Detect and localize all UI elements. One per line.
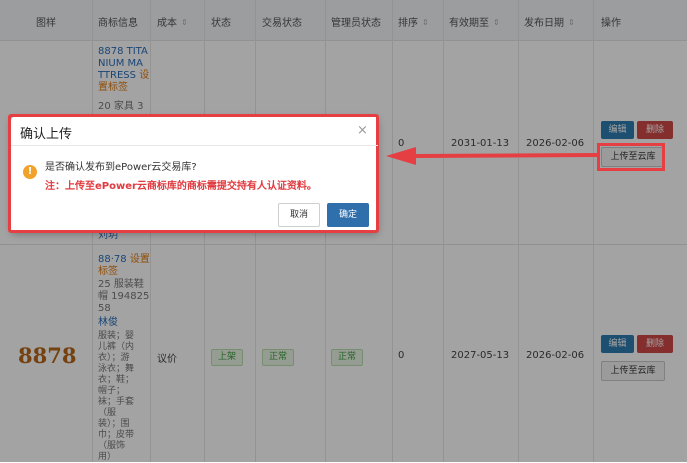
confirm-button[interactable]: 确定 bbox=[327, 203, 369, 227]
warning-icon: ! bbox=[23, 165, 37, 179]
cancel-button[interactable]: 取消 bbox=[278, 203, 320, 227]
close-icon[interactable]: × bbox=[357, 123, 368, 138]
dialog-divider bbox=[11, 145, 378, 146]
annotation-arrow-icon bbox=[386, 147, 597, 165]
annotation-highlight-box bbox=[597, 143, 665, 171]
dialog-title: 确认上传 bbox=[20, 127, 73, 142]
dialog-message: 是否确认发布到ePower云交易库? bbox=[45, 162, 197, 173]
dialog-note: 注：上传至ePower云商标库的商标需提交持有人认证资料。 bbox=[45, 181, 317, 192]
